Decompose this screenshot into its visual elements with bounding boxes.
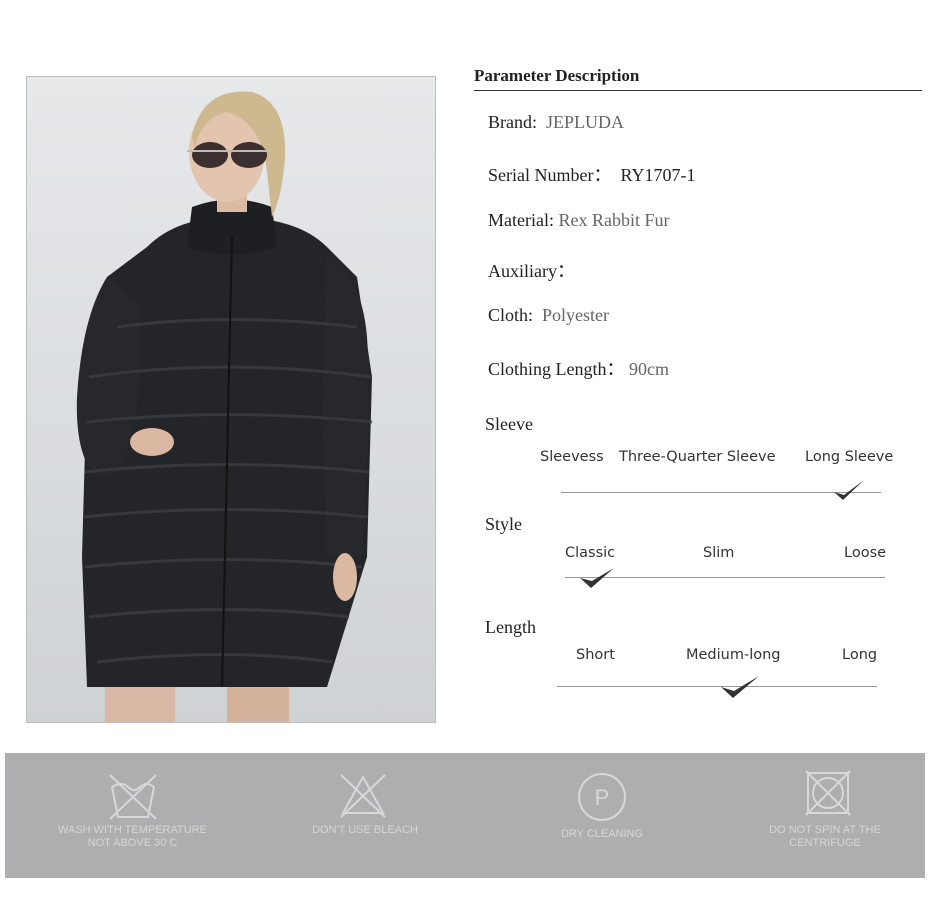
sleeve-title: Sleeve (485, 414, 533, 434)
material-row: Material: Rex Rabbit Fur (488, 210, 669, 231)
cloth-label: Cloth: (488, 305, 534, 325)
care-spin-line2: CENTRIFUGE (789, 837, 861, 849)
care-wash-line1: WASH WITH TEMPERATURE (58, 824, 207, 836)
brand-label: Brand: (488, 112, 537, 132)
sleeve-option-three-quarter: Three-Quarter Sleeve (619, 449, 776, 465)
cloth-row: Cloth: Polyester (488, 305, 609, 326)
title-divider (474, 90, 922, 91)
sleeve-check-icon (834, 480, 864, 500)
svg-text:P: P (595, 785, 610, 810)
serial-value: RY1707-1 (620, 165, 696, 185)
brand-row: Brand: JEPLUDA (488, 112, 624, 133)
material-value: Rex Rabbit Fur (558, 210, 670, 230)
sleeve-option-sleeveless: Sleevess (540, 449, 604, 465)
sleeve-option-long: Long Sleeve (805, 449, 894, 465)
serial-label: Serial Number： (488, 165, 612, 185)
length-title: Length (485, 617, 536, 637)
care-dry-line1: DRY CLEANING (560, 828, 644, 840)
style-option-classic: Classic (565, 545, 616, 561)
model-in-fur-coat-image (76, 91, 373, 722)
brand-value: JEPLUDA (546, 112, 625, 132)
auxiliary-label: Auxiliary： (488, 261, 575, 281)
material-label: Material: (488, 210, 554, 230)
no-spin-icon (805, 770, 851, 816)
care-dry-label: DRY CLEANING (527, 828, 677, 841)
serial-row: Serial Number： RY1707-1 (488, 161, 695, 187)
care-bleach-label: DON'T USE BLEACH (285, 824, 445, 837)
clothing-length-row: Clothing Length： 90cm (488, 355, 669, 381)
length-option-long: Long (842, 647, 878, 663)
care-wash-line2: NOT ABOVE 30 C (87, 837, 178, 849)
care-instructions-bar: WASH WITH TEMPERATURE NOT ABOVE 30 C DON… (5, 753, 925, 878)
style-option-slim: Slim (703, 545, 735, 561)
care-spin-line1: DO NOT SPIN AT THE (769, 824, 881, 836)
no-bleach-icon (340, 774, 386, 818)
care-bleach-line1: DON'T USE BLEACH (312, 824, 418, 836)
style-title: Style (485, 514, 523, 534)
care-spin-label: DO NOT SPIN AT THE CENTRIFUGE (750, 824, 900, 850)
length-option-medium-long: Medium-long (686, 647, 781, 663)
length-check-icon (721, 676, 759, 698)
parameter-title: Parameter Description (474, 66, 640, 85)
clothing-length-value: 90cm (629, 359, 669, 379)
dry-clean-icon: P (578, 773, 626, 821)
auxiliary-row: Auxiliary： (488, 257, 575, 283)
style-check-icon (580, 568, 614, 588)
product-photo (26, 76, 436, 723)
care-wash-label: WASH WITH TEMPERATURE NOT ABOVE 30 C (45, 824, 220, 850)
length-option-short: Short (576, 647, 615, 663)
length-scale-line (557, 686, 877, 687)
cloth-value: Polyester (542, 305, 610, 325)
clothing-length-label: Clothing Length： (488, 359, 625, 379)
style-option-loose: Loose (844, 545, 887, 561)
wash-30-icon (109, 774, 157, 820)
